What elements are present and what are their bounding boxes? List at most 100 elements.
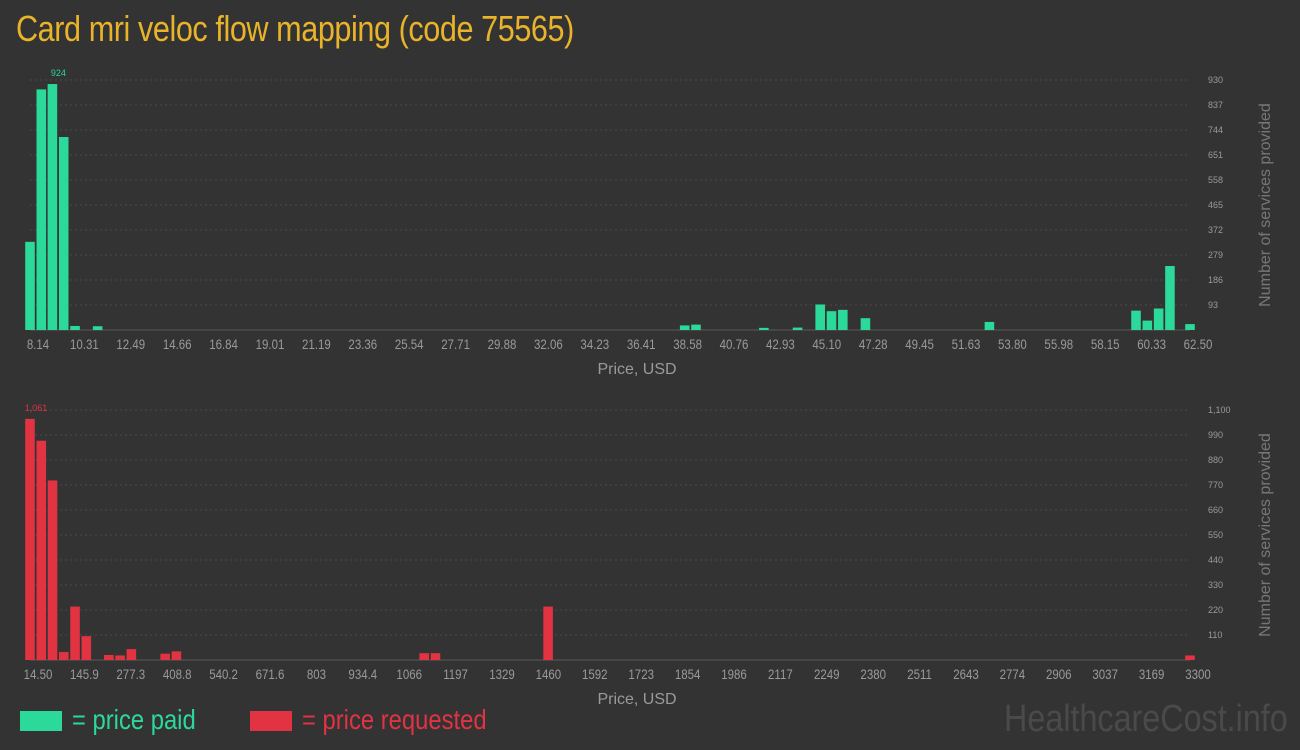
paid-bar xyxy=(1153,308,1164,330)
paid-x-tick-label: 55.98 xyxy=(1044,336,1073,352)
paid-x-tick-label: 34.23 xyxy=(580,336,609,352)
paid-x-tick-label: 29.88 xyxy=(488,336,517,352)
requested-bar xyxy=(126,649,137,660)
requested-x-tick-label: 803 xyxy=(307,666,326,682)
paid-bar xyxy=(1165,266,1175,330)
paid-bar xyxy=(815,304,825,330)
requested-y-axis-title: Number of services provided xyxy=(1257,433,1274,637)
paid-x-tick-label: 42.93 xyxy=(766,336,795,352)
paid-bar xyxy=(47,84,58,330)
paid-y-axis-title: Number of services provided xyxy=(1257,103,1274,307)
paid-bar xyxy=(1185,324,1195,330)
paid-x-tick-label: 10.31 xyxy=(70,336,99,352)
paid-y-tick-label: 279 xyxy=(1208,250,1223,260)
requested-x-tick-label: 2117 xyxy=(768,666,793,682)
paid-x-tick-label: 51.63 xyxy=(952,336,981,352)
paid-x-tick-label: 21.19 xyxy=(302,336,331,352)
paid-bar xyxy=(984,321,995,330)
paid-x-tick-label: 23.36 xyxy=(348,336,377,352)
requested-y-tick-label: 220 xyxy=(1208,605,1223,615)
paid-x-tick-label: 14.66 xyxy=(163,336,192,352)
requested-max-label: 1,061 xyxy=(25,403,48,413)
requested-x-tick-label: 3300 xyxy=(1185,666,1211,682)
requested-y-tick-label: 880 xyxy=(1208,455,1223,465)
requested-swatch xyxy=(250,711,292,731)
paid-y-tick-label: 372 xyxy=(1208,225,1223,235)
requested-x-tick-label: 2511 xyxy=(907,666,932,682)
paid-bar xyxy=(70,325,80,330)
requested-x-tick-label: 1329 xyxy=(489,666,515,682)
paid-bar xyxy=(58,136,69,330)
requested-x-tick-label: 3169 xyxy=(1139,666,1165,682)
paid-bar xyxy=(838,309,848,330)
paid-x-tick-label: 19.01 xyxy=(256,336,285,352)
requested-bar xyxy=(59,652,69,660)
requested-x-tick-label: 145.9 xyxy=(70,666,99,682)
paid-bar xyxy=(759,327,769,330)
requested-bar xyxy=(543,606,553,660)
paid-x-tick-label: 38.58 xyxy=(673,336,702,352)
legend-paid-label: = price paid xyxy=(72,704,196,735)
requested-bar xyxy=(171,651,182,660)
requested-x-tick-label: 934.4 xyxy=(348,666,377,682)
paid-bar xyxy=(826,311,837,330)
paid-y-tick-label: 93 xyxy=(1208,300,1218,310)
requested-x-tick-label: 2643 xyxy=(953,666,979,682)
requested-y-tick-label: 550 xyxy=(1208,530,1223,540)
requested-bar xyxy=(419,653,429,660)
paid-bar xyxy=(679,325,690,330)
requested-bar xyxy=(104,655,114,660)
requested-bar xyxy=(81,636,92,660)
requested-y-tick-label: 330 xyxy=(1208,580,1223,590)
paid-x-tick-label: 40.76 xyxy=(720,336,749,352)
watermark: HealthcareCost.info xyxy=(1004,698,1288,740)
requested-x-axis-title: Price, USD xyxy=(597,691,676,708)
requested-bar xyxy=(36,440,47,660)
paid-x-tick-label: 45.10 xyxy=(812,336,841,352)
requested-x-tick-label: 3037 xyxy=(1092,666,1118,682)
requested-x-tick-label: 1066 xyxy=(396,666,422,682)
page-title: Card mri veloc flow mapping (code 75565) xyxy=(16,8,574,49)
paid-histogram: 93 186 279 372 465 558 651 744 837 930 924 8.14 10.3… xyxy=(25,68,1274,378)
paid-x-tick-label: 16.84 xyxy=(209,336,238,352)
requested-x-tick-label: 1986 xyxy=(721,666,747,682)
requested-x-tick-label: 1460 xyxy=(536,666,562,682)
requested-bar xyxy=(1185,655,1195,660)
requested-x-tick-label: 671.6 xyxy=(256,666,285,682)
requested-x-tick-label: 540.2 xyxy=(209,666,238,682)
paid-x-tick-label: 60.33 xyxy=(1137,336,1166,352)
requested-y-tick-label: 660 xyxy=(1208,505,1223,515)
paid-x-tick-label: 25.54 xyxy=(395,336,424,352)
paid-x-axis-title: Price, USD xyxy=(597,361,676,378)
paid-max-label: 924 xyxy=(51,68,66,78)
requested-bar xyxy=(160,653,170,660)
requested-x-tick-label: 2380 xyxy=(860,666,886,682)
requested-y-tick-label: 770 xyxy=(1208,480,1223,490)
paid-bar xyxy=(1131,310,1141,330)
paid-x-tick-label: 53.80 xyxy=(998,336,1027,352)
paid-y-tick-label: 930 xyxy=(1208,75,1223,85)
requested-x-tick-label: 1723 xyxy=(628,666,654,682)
paid-bar xyxy=(691,324,701,330)
requested-x-tick-label: 1592 xyxy=(582,666,608,682)
requested-x-tick-label: 408.8 xyxy=(163,666,192,682)
requested-x-tick-label: 2249 xyxy=(814,666,840,682)
paid-x-tick-label: 36.41 xyxy=(627,336,656,352)
requested-bar xyxy=(47,480,58,660)
paid-bar xyxy=(36,89,47,330)
requested-y-tick-label: 440 xyxy=(1208,555,1223,565)
paid-bar xyxy=(792,327,803,330)
paid-x-tick-label: 58.15 xyxy=(1091,336,1120,352)
requested-bar xyxy=(25,418,35,660)
requested-x-tick-label: 1197 xyxy=(443,666,468,682)
paid-y-tick-label: 465 xyxy=(1208,200,1223,210)
paid-y-tick-label: 558 xyxy=(1208,175,1223,185)
paid-x-tick-label: 62.50 xyxy=(1184,336,1213,352)
requested-x-tick-label: 2774 xyxy=(1000,666,1026,682)
requested-x-tick-label: 1854 xyxy=(675,666,701,682)
paid-y-tick-label: 837 xyxy=(1208,100,1223,110)
paid-bar xyxy=(92,326,103,330)
requested-x-tick-label: 14.50 xyxy=(24,666,53,682)
paid-x-tick-label: 12.49 xyxy=(116,336,145,352)
paid-bar xyxy=(25,241,35,330)
